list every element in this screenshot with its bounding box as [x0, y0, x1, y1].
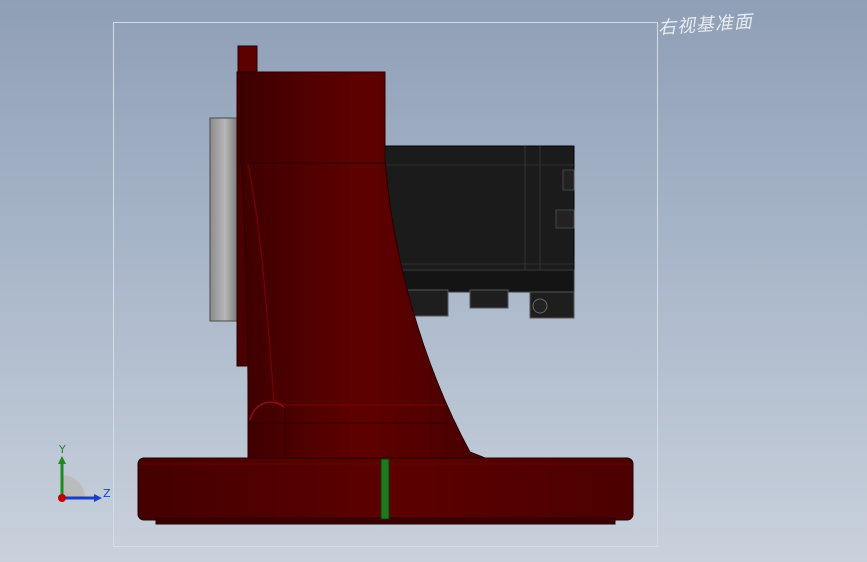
axis-triad[interactable]: Y Z [52, 440, 112, 510]
flange-disk [209, 117, 241, 322]
motor-endcap [555, 209, 575, 229]
motor-endcap [562, 169, 575, 191]
cad-viewport[interactable]: 右视基准面 Y Z [0, 0, 867, 562]
x-axis-origin [58, 494, 66, 502]
motor-body [384, 145, 575, 289]
motor-connector [469, 289, 509, 309]
center-marker [380, 458, 390, 520]
y-axis-label: Y [58, 443, 66, 456]
z-axis-arrowhead [94, 494, 102, 502]
part-model[interactable] [0, 0, 867, 562]
motor-connector-nut [532, 298, 548, 314]
z-axis-label: Z [103, 487, 111, 500]
motor-lower-band [394, 269, 575, 293]
triad-quadrant [62, 475, 85, 498]
y-axis-arrowhead [58, 456, 66, 464]
